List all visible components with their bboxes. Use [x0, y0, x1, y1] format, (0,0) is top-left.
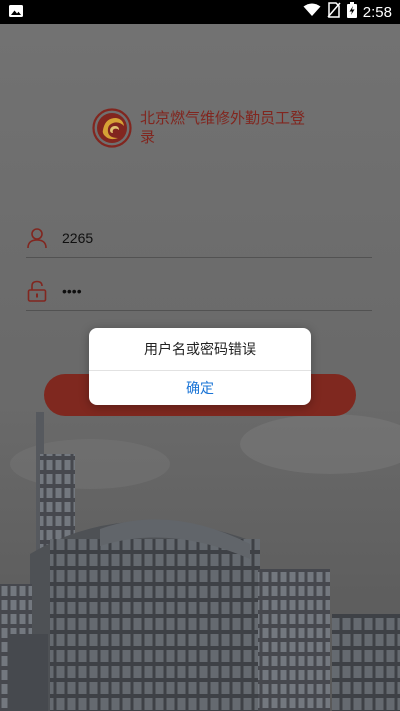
login-screen: 北京燃气维修外勤员工登录 2265 •••• 用户名或密码错误 确定 [0, 24, 400, 711]
no-sim-icon [327, 2, 341, 22]
status-time: 2:58 [362, 3, 392, 21]
status-bar: 2:58 [0, 0, 400, 24]
dialog-message: 用户名或密码错误 [89, 328, 311, 371]
image-icon [8, 3, 24, 22]
battery-charging-icon [346, 2, 357, 22]
error-dialog: 用户名或密码错误 确定 [89, 328, 311, 405]
confirm-button[interactable]: 确定 [89, 371, 311, 405]
wifi-icon [303, 3, 321, 21]
